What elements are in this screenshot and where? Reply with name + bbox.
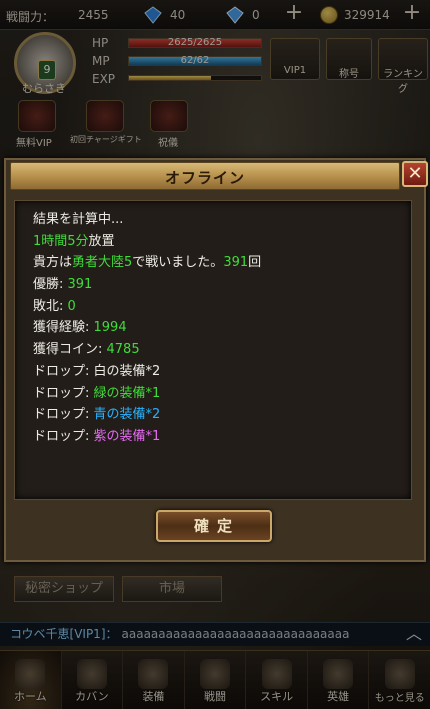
close-icon: ✕ (407, 163, 423, 184)
battle-middle: で戦いました。 (132, 255, 224, 271)
coins-gained-label: 獲得コイン: (33, 342, 107, 358)
losses-label: 敗北: (33, 298, 68, 314)
drop-green-value: 緑の装備*1 (93, 385, 161, 401)
dialog-header: オフライン (10, 162, 400, 190)
coins-gained-line: 獲得コイン: 4785 (33, 339, 411, 361)
drop-purple-value: 紫の装備*1 (93, 428, 161, 444)
drop-label: ドロップ: (33, 428, 94, 444)
wins-value: 391 (67, 277, 93, 293)
calculating-text: 結果を計算中... (33, 212, 124, 227)
drop-blue-value: 青の装備*2 (93, 407, 161, 423)
exp-gained-value: 1994 (93, 320, 127, 336)
drop-white-line: ドロップ: 白の装備*2 (33, 361, 411, 383)
drop-blue-line: ドロップ: 青の装備*2 (33, 404, 411, 426)
battle-suffix: 回 (248, 255, 262, 271)
battle-prefix: 貴方は (33, 255, 73, 271)
idle-duration: 1時間5分 (33, 233, 89, 249)
drop-label: ドロップ: (33, 407, 94, 423)
losses-value: 0 (67, 298, 76, 314)
battle-location: 勇者大陸5 (72, 255, 133, 271)
drop-label: ドロップ: (33, 363, 94, 379)
drop-label: ドロップ: (33, 385, 94, 401)
battle-summary-line: 貴方は勇者大陸5で戦いました。391回 (33, 252, 411, 274)
exp-gained-line: 獲得経験: 1994 (33, 317, 411, 339)
calculating-line: 結果を計算中... (33, 209, 411, 231)
wins-line: 優勝: 391 (33, 274, 411, 296)
coins-gained-value: 4785 (106, 342, 140, 358)
exp-gained-label: 獲得経験: (33, 320, 94, 336)
close-button[interactable]: ✕ (402, 161, 428, 187)
idle-time-line: 1時間5分放置 (33, 231, 411, 253)
wins-label: 優勝: (33, 277, 68, 293)
offline-dialog: オフライン ✕ 結果を計算中... 1時間5分放置 貴方は勇者大陸5で戦いました… (4, 158, 428, 562)
drop-purple-line: ドロップ: 紫の装備*1 (33, 426, 411, 448)
dialog-title: オフライン (164, 169, 245, 187)
drop-green-line: ドロップ: 緑の装備*1 (33, 383, 411, 405)
losses-line: 敗北: 0 (33, 296, 411, 318)
confirm-button[interactable]: 確定 (156, 510, 272, 542)
result-panel: 結果を計算中... 1時間5分放置 貴方は勇者大陸5で戦いました。391回 優勝… (14, 200, 412, 500)
idle-suffix: 放置 (88, 233, 115, 249)
drop-white-value: 白の装備*2 (93, 363, 161, 379)
battle-count: 391 (223, 255, 249, 271)
